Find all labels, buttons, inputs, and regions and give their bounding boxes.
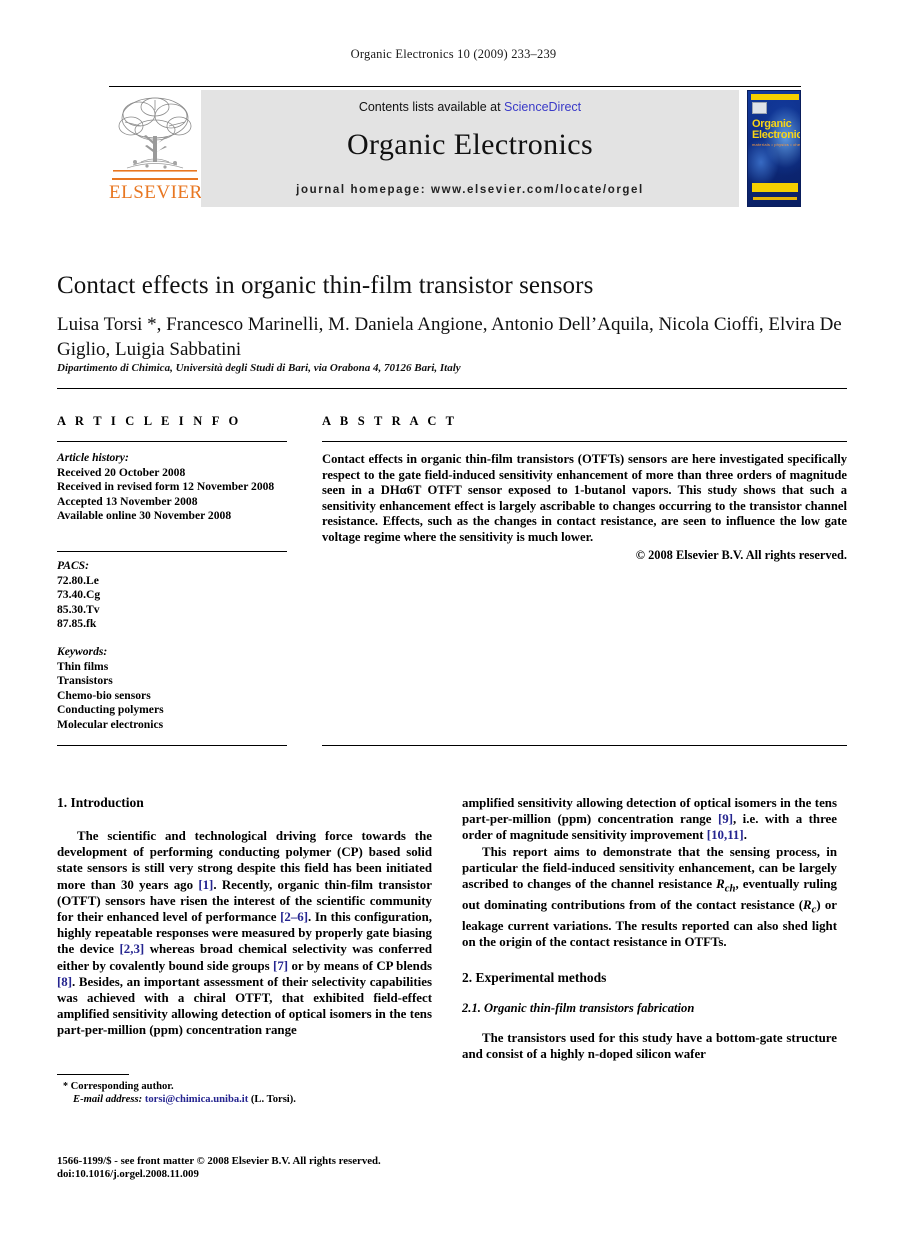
keywords-label: Keywords: xyxy=(57,644,108,658)
abstract-bottom-rule xyxy=(322,745,847,746)
imprint-line-1: 1566-1199/$ - see front matter © 2008 El… xyxy=(57,1155,381,1167)
citation-ref-6[interactable]: [9] xyxy=(718,812,733,826)
keyword-item: Transistors xyxy=(57,674,113,688)
journal-title: Organic Electronics xyxy=(346,128,594,161)
pacs-label: PACS: xyxy=(57,559,89,572)
elsevier-wordmark: ELSEVIER xyxy=(109,182,203,203)
abstract-rule xyxy=(322,441,847,442)
pacs-item: 87.85.fk xyxy=(57,617,97,631)
body-left-column: 1. Introduction The scientific and techn… xyxy=(57,795,432,1039)
citation-ref-2[interactable]: [2–6] xyxy=(280,910,308,924)
cover-top-bar xyxy=(751,94,799,100)
pacs-item: 72.80.Le xyxy=(57,573,99,587)
cover-bottom-bar xyxy=(752,183,798,192)
subsection-heading-fabrication: 2.1. Organic thin-film transistors fabri… xyxy=(462,1000,695,1015)
title-divider xyxy=(57,388,847,390)
journal-masthead: ELSEVIER Contents lists available at Sci… xyxy=(109,86,801,207)
cover-subtitle: materials • physics • chemistry • applic… xyxy=(752,142,801,147)
body-right-column: amplified sensitivity allowing detection… xyxy=(462,795,837,1062)
elsevier-tree-icon xyxy=(111,92,199,174)
keyword-item: Molecular electronics xyxy=(57,717,164,731)
cover-publisher-logo-icon xyxy=(752,102,767,114)
history-item: Available online 30 November 2008 xyxy=(57,509,232,523)
affiliation: Dipartimento di Chimica, Università degl… xyxy=(57,362,461,374)
info-bottom-rule xyxy=(57,745,287,746)
article-history-label: Article history: xyxy=(57,451,129,464)
contents-prefix: Contents lists available at xyxy=(358,100,505,114)
footnote-corresponding-author: * Corresponding author. E-mail address: … xyxy=(63,1080,443,1107)
history-item: Received 20 October 2008 xyxy=(57,465,186,479)
article-info-heading: A R T I C L E I N F O xyxy=(57,414,242,428)
symbol-rch: Rch xyxy=(716,877,736,895)
cover-bottom-line xyxy=(753,197,797,200)
paper-page: Organic Electronics 10 (2009) 233–239 EL… xyxy=(0,0,907,1238)
citation-ref-4[interactable]: [7] xyxy=(273,959,288,973)
corresponding-author-text: Corresponding author. xyxy=(68,1081,174,1092)
footnote-divider xyxy=(57,1074,129,1075)
author-list: Luisa Torsi *, Francesco Marinelli, M. D… xyxy=(57,314,842,360)
article-history-block: Article history: Received 20 October 200… xyxy=(57,451,287,524)
abstract-heading: A B S T R A C T xyxy=(322,414,458,428)
citation-ref-7[interactable]: [10,11] xyxy=(707,828,744,842)
keyword-item: Conducting polymers xyxy=(57,703,164,717)
article-title: Contact effects in organic thin-film tra… xyxy=(57,272,594,299)
imprint-line-2: doi:10.1016/j.orgel.2008.11.009 xyxy=(57,1168,199,1181)
elsevier-logo: ELSEVIER xyxy=(109,90,203,207)
intro-paragraph-1: The scientific and technological driving… xyxy=(57,828,432,1039)
experimental-paragraph-1: The transistors used for this study have… xyxy=(462,1030,837,1062)
corresponding-author-line: * Corresponding author. xyxy=(63,1080,443,1093)
intro-paragraph-2: This report aims to demonstrate that the… xyxy=(462,844,837,950)
abstract-column: A B S T R A C T Contact effects in organ… xyxy=(322,414,847,563)
journal-homepage[interactable]: journal homepage: www.elsevier.com/locat… xyxy=(201,184,739,196)
intro-paragraph-1-cont: amplified sensitivity allowing detection… xyxy=(462,795,837,844)
keyword-item: Chemo-bio sensors xyxy=(57,688,151,702)
email-line: E-mail address: torsi@chimica.uniba.it (… xyxy=(63,1093,443,1106)
journal-cover-thumbnail: Organic Electronics materials • physics … xyxy=(747,90,801,207)
email-link[interactable]: torsi@chimica.uniba.it xyxy=(145,1094,248,1105)
symbol-rc: Rc xyxy=(803,897,817,916)
abstract-copyright: © 2008 Elsevier B.V. All rights reserved… xyxy=(635,547,847,562)
citation-ref-5[interactable]: [8] xyxy=(57,975,72,989)
keyword-item: Thin films xyxy=(57,659,109,673)
history-item: Accepted 13 November 2008 xyxy=(57,494,198,508)
pacs-rule xyxy=(57,551,287,552)
masthead-band: Contents lists available at ScienceDirec… xyxy=(201,90,739,207)
pacs-keywords-column: PACS: 72.80.Le 73.40.Cg 85.30.Tv 87.85.f… xyxy=(57,557,287,733)
intro-cont-c: . xyxy=(743,828,747,843)
section-heading-introduction: 1. Introduction xyxy=(57,795,144,810)
section-heading-experimental: 2. Experimental methods xyxy=(462,969,607,985)
article-info-column: A R T I C L E I N F O Article history: R… xyxy=(57,414,287,524)
imprint-block: 1566-1199/$ - see front matter © 2008 El… xyxy=(57,1155,457,1182)
pacs-item: 85.30.Tv xyxy=(57,602,100,616)
running-head: Organic Electronics 10 (2009) 233–239 xyxy=(350,47,557,61)
abstract-text: Contact effects in organic thin-film tra… xyxy=(322,452,847,544)
intro-text-f: . Besides, an important assessment of th… xyxy=(57,974,432,1038)
pacs-item: 73.40.Cg xyxy=(57,588,101,602)
contents-line: Contents lists available at ScienceDirec… xyxy=(201,100,739,114)
citation-ref-3[interactable]: [2,3] xyxy=(120,942,145,956)
history-item: Received in revised form 12 November 200… xyxy=(57,480,275,494)
cover-title-line2: Electronics xyxy=(752,129,800,141)
intro-text-e: or by means of CP blends xyxy=(288,958,433,973)
sciencedirect-link[interactable]: ScienceDirect xyxy=(504,100,581,114)
citation-ref-1[interactable]: [1] xyxy=(198,878,213,892)
pacs-block: PACS: 72.80.Le 73.40.Cg 85.30.Tv 87.85.f… xyxy=(57,559,287,733)
email-label: E-mail address: xyxy=(73,1094,143,1106)
email-owner: (L. Torsi). xyxy=(248,1094,296,1106)
elsevier-logo-rule xyxy=(112,178,198,180)
article-info-rule xyxy=(57,441,287,442)
